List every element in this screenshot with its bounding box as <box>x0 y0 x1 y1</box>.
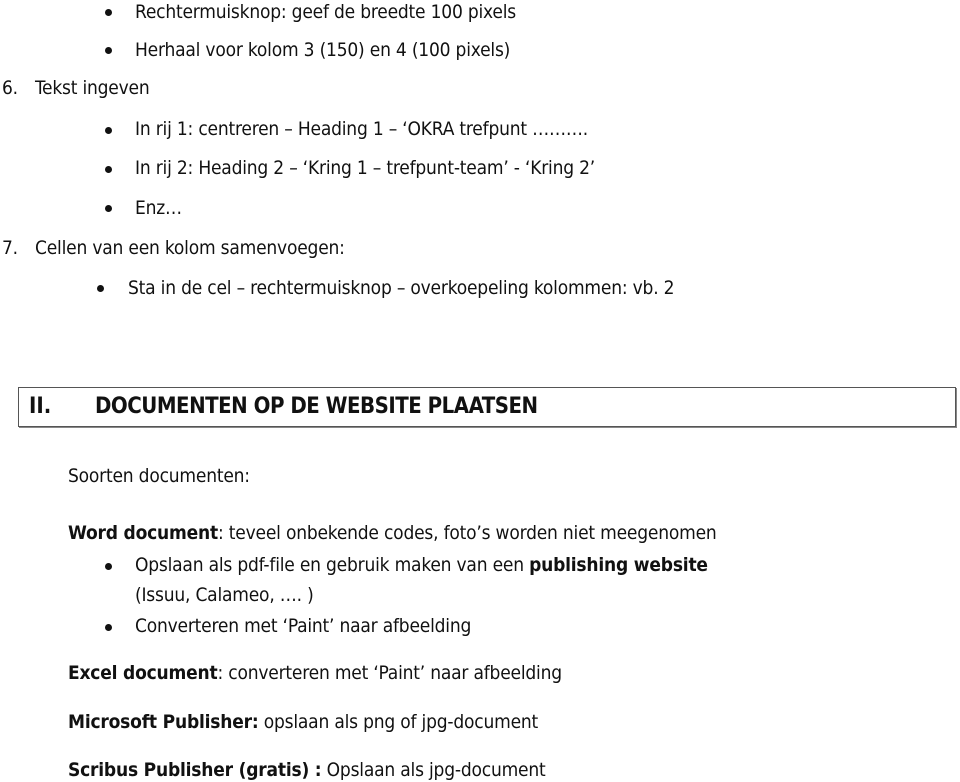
list-item: Converteren met ‘Paint’ naar afbeelding <box>135 615 472 637</box>
scribus-publisher-label: Scribus Publisher (gratis) : <box>68 759 322 781</box>
bullet-icon <box>105 205 112 212</box>
list-item-continuation: (Issuu, Calameo, …. ) <box>135 584 314 606</box>
microsoft-publisher-text: opslaan als png of jpg-document <box>258 711 539 733</box>
bullet-icon <box>105 47 112 54</box>
list-item: In rij 2: Heading 2 – ‘Kring 1 – trefpun… <box>135 157 596 179</box>
publishing-website-bold: publishing website <box>529 554 708 576</box>
step-number: 7. <box>2 237 18 259</box>
excel-document-line: Excel document: converteren met ‘Paint’ … <box>68 661 562 685</box>
bullet-icon <box>105 127 112 134</box>
bullet-icon <box>105 9 112 16</box>
list-item: Herhaal voor kolom 3 (150) en 4 (100 pix… <box>135 39 511 61</box>
bullet-icon <box>105 166 112 173</box>
word-document-line: Word document: teveel onbekende codes, f… <box>68 521 717 545</box>
excel-document-text: : converteren met ‘Paint’ naar afbeeldin… <box>217 662 562 684</box>
step-number: 6. <box>2 77 18 99</box>
microsoft-publisher-line: Microsoft Publisher: opslaan als png of … <box>68 710 538 734</box>
list-item: Rechtermuisknop: geef de breedte 100 pix… <box>135 1 516 23</box>
excel-document-label: Excel document <box>68 662 218 684</box>
list-item: Sta in de cel – rechtermuisknop – overko… <box>128 277 675 299</box>
bullet-icon <box>97 285 104 292</box>
section-heading: II. DOCUMENTEN OP DE WEBSITE PLAATSEN <box>18 387 956 427</box>
bullet-icon <box>105 624 112 631</box>
step-title: Tekst ingeven <box>35 77 150 99</box>
section-title: DOCUMENTEN OP DE WEBSITE PLAATSEN <box>95 394 538 419</box>
microsoft-publisher-label: Microsoft Publisher: <box>68 711 259 733</box>
intro-text: Soorten documenten: <box>68 465 250 487</box>
list-item: In rij 1: centreren – Heading 1 – ‘OKRA … <box>135 118 589 140</box>
step-title: Cellen van een kolom samenvoegen: <box>35 237 345 259</box>
scribus-publisher-line: Scribus Publisher (gratis) : Opslaan als… <box>68 758 546 782</box>
word-document-label: Word document <box>68 522 218 544</box>
word-document-text: : teveel onbekende codes, foto’s worden … <box>218 522 717 544</box>
bullet-icon <box>105 563 112 570</box>
list-item-text: Opslaan als pdf-file en gebruik maken va… <box>135 554 530 576</box>
scribus-publisher-text: Opslaan als jpg-document <box>321 759 546 781</box>
section-number: II. <box>29 394 52 419</box>
list-item: Opslaan als pdf-file en gebruik maken va… <box>135 553 708 577</box>
list-item: Enz… <box>135 197 182 219</box>
